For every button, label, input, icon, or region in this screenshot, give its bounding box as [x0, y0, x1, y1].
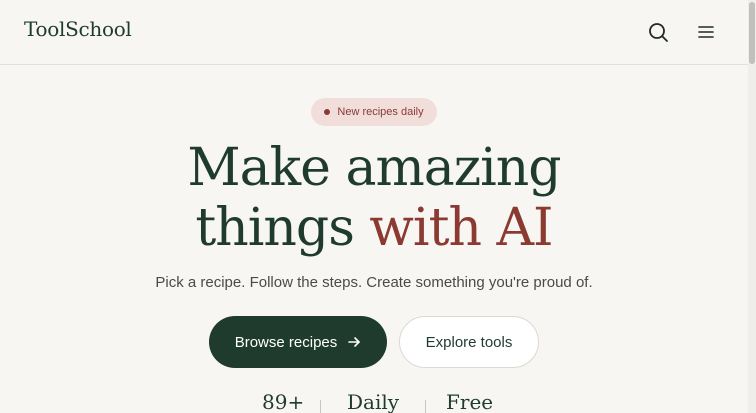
- browse-recipes-label: Browse recipes: [234, 333, 338, 351]
- stats-row: 89+ Daily Free: [0, 390, 748, 413]
- search-button[interactable]: [646, 20, 670, 44]
- scrollbar-thumb[interactable]: [749, 2, 755, 64]
- badge-dot-icon: [324, 109, 331, 115]
- badge-label: New recipes daily: [337, 106, 424, 118]
- arrow-right-icon: [348, 337, 361, 347]
- menu-button[interactable]: [694, 20, 718, 44]
- site-header: ToolSchool: [0, 0, 748, 65]
- explore-tools-label: Explore tools: [425, 333, 513, 351]
- logo[interactable]: ToolSchool: [24, 17, 132, 41]
- stat-frequency: Daily: [347, 390, 400, 413]
- browse-recipes-button[interactable]: Browse recipes: [209, 316, 387, 368]
- explore-tools-button[interactable]: Explore tools: [399, 316, 539, 368]
- new-recipes-badge: New recipes daily: [311, 98, 437, 126]
- search-icon: [649, 23, 668, 42]
- headline-line-1: Make amazing: [187, 138, 561, 198]
- page: ToolSchool New recipes daily Make amazin…: [0, 0, 756, 413]
- headline-line-2: things with AI: [0, 198, 748, 258]
- vertical-scrollbar[interactable]: [748, 0, 756, 413]
- stat-divider: [425, 400, 426, 413]
- stat-divider: [320, 400, 321, 413]
- headline-prefix: things: [195, 198, 354, 258]
- stat-price: Free: [446, 390, 494, 413]
- menu-icon: [698, 26, 714, 38]
- stat-recipes-count: 89+: [262, 390, 305, 413]
- hero-subtitle: Pick a recipe. Follow the steps. Create …: [155, 274, 593, 291]
- headline-accent: with AI: [369, 198, 553, 258]
